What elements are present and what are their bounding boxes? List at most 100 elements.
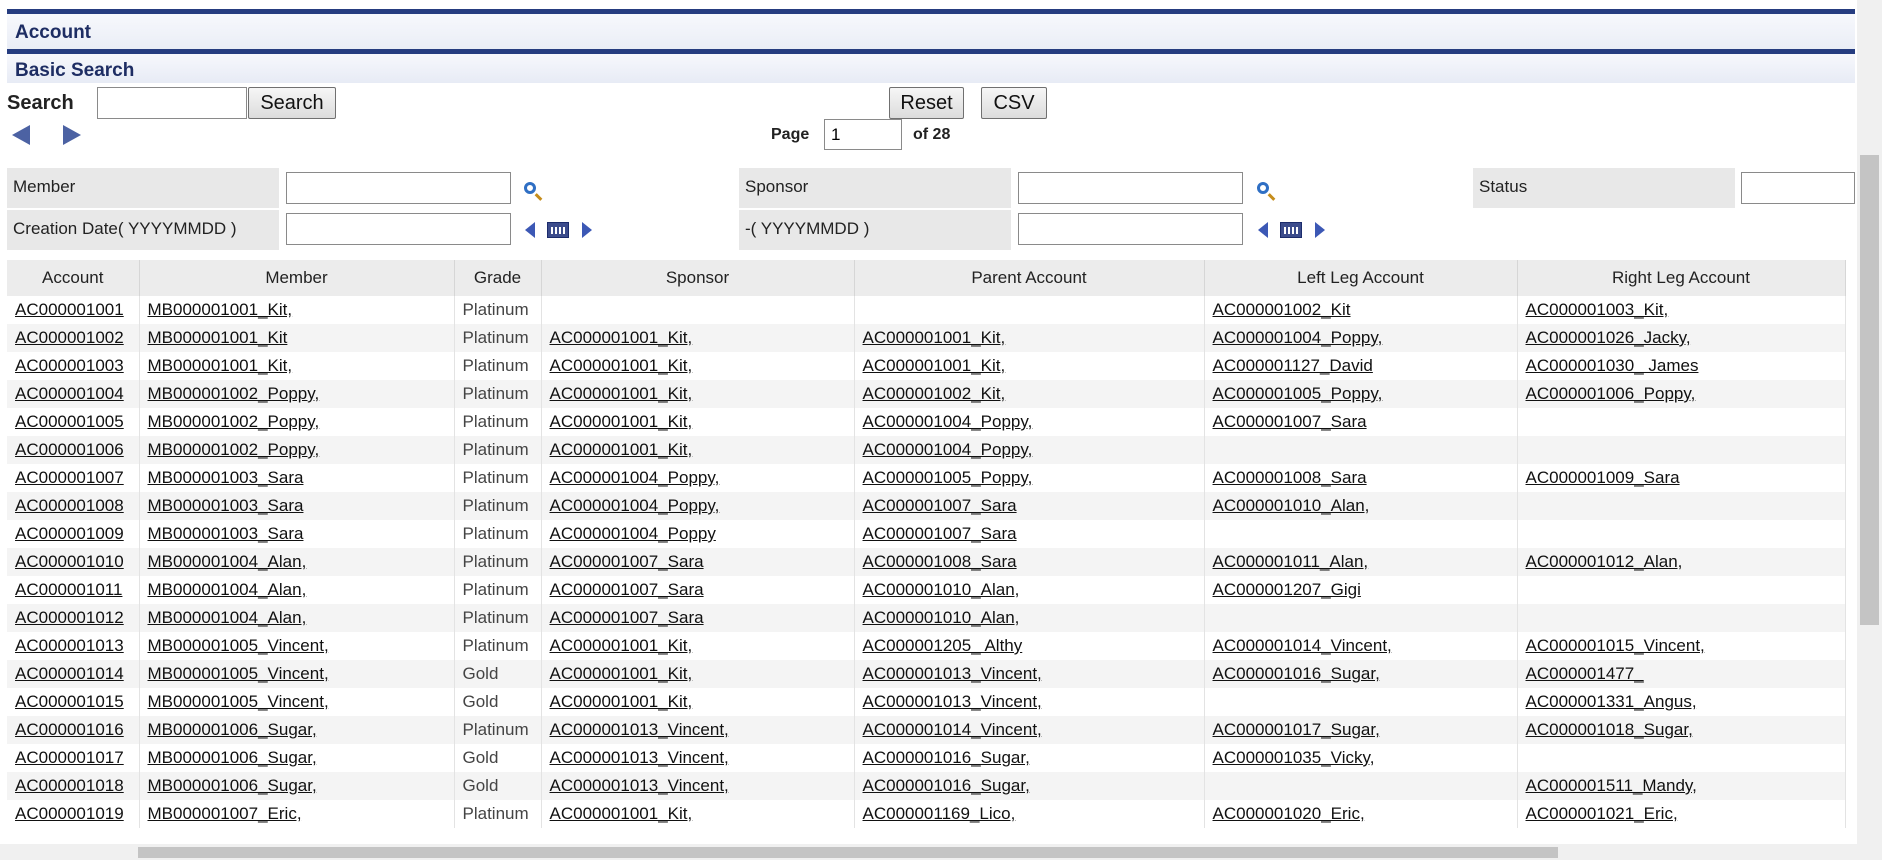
column-header-grade[interactable]: Grade	[454, 260, 542, 296]
account-link[interactable]: AC000001015	[15, 692, 124, 711]
account-link[interactable]: AC000001001	[15, 300, 124, 319]
sponsor-link[interactable]: AC000001001_Kit,	[550, 440, 693, 459]
column-header-right-leg[interactable]: Right Leg Account	[1517, 260, 1846, 296]
member-link[interactable]: MB000001002_Poppy,	[148, 440, 320, 459]
member-link[interactable]: MB000001003_Sara	[148, 524, 304, 543]
member-link[interactable]: MB000001005_Vincent,	[148, 692, 329, 711]
member-search-icon[interactable]	[524, 182, 536, 194]
parent-account-link[interactable]: AC000001205_ Althy	[863, 636, 1023, 655]
right-leg-link[interactable]: AC000001331_Angus,	[1526, 692, 1697, 711]
left-leg-link[interactable]: AC000001016_Sugar,	[1213, 664, 1380, 683]
member-link[interactable]: MB000001003_Sara	[148, 496, 304, 515]
sponsor-link[interactable]: AC000001004_Poppy,	[550, 468, 720, 487]
right-leg-link[interactable]: AC000001009_Sara	[1526, 468, 1680, 487]
member-link[interactable]: MB000001006_Sugar,	[148, 748, 317, 767]
parent-account-link[interactable]: AC000001004_Poppy,	[863, 412, 1033, 431]
sponsor-link[interactable]: AC000001007_Sara	[550, 580, 704, 599]
parent-account-link[interactable]: AC000001007_Sara	[863, 496, 1017, 515]
right-leg-link[interactable]: AC000001026_Jacky,	[1526, 328, 1691, 347]
account-link[interactable]: AC000001002	[15, 328, 124, 347]
right-leg-link[interactable]: AC000001006_Poppy,	[1526, 384, 1696, 403]
member-filter-input[interactable]	[286, 172, 511, 204]
date-from-calendar-icon[interactable]	[547, 222, 569, 238]
member-link[interactable]: MB000001004_Alan,	[148, 608, 307, 627]
account-link[interactable]: AC000001013	[15, 636, 124, 655]
parent-account-link[interactable]: AC000001014_Vincent,	[863, 720, 1042, 739]
account-link[interactable]: AC000001019	[15, 804, 124, 823]
column-header-left-leg[interactable]: Left Leg Account	[1204, 260, 1518, 296]
csv-button[interactable]: CSV	[981, 87, 1047, 119]
member-link[interactable]: MB000001003_Sara	[148, 468, 304, 487]
right-leg-link[interactable]: AC000001015_Vincent,	[1526, 636, 1705, 655]
sponsor-link[interactable]: AC000001007_Sara	[550, 608, 704, 627]
account-link[interactable]: AC000001011	[15, 580, 122, 599]
account-link[interactable]: AC000001008	[15, 496, 124, 515]
member-link[interactable]: MB000001006_Sugar,	[148, 720, 317, 739]
left-leg-link[interactable]: AC000001010_Alan,	[1213, 496, 1370, 515]
account-link[interactable]: AC000001017	[15, 748, 124, 767]
sponsor-link[interactable]: AC000001013_Vincent,	[550, 748, 729, 767]
sponsor-link[interactable]: AC000001004_Poppy,	[550, 496, 720, 515]
column-header-account[interactable]: Account	[7, 260, 140, 296]
reset-button[interactable]: Reset	[889, 87, 964, 119]
vertical-scrollbar[interactable]	[1857, 0, 1882, 844]
sponsor-link[interactable]: AC000001013_Vincent,	[550, 776, 729, 795]
account-link[interactable]: AC000001003	[15, 356, 124, 375]
creation-date-from-input[interactable]	[286, 213, 511, 245]
left-leg-link[interactable]: AC000001035_Vicky,	[1213, 748, 1375, 767]
account-link[interactable]: AC000001016	[15, 720, 124, 739]
member-link[interactable]: MB000001007_Eric,	[148, 804, 302, 823]
date-to-next-icon[interactable]	[1315, 222, 1325, 238]
parent-account-link[interactable]: AC000001001_Kit,	[863, 328, 1006, 347]
parent-account-link[interactable]: AC000001002_Kit,	[863, 384, 1006, 403]
left-leg-link[interactable]: AC000001007_Sara	[1213, 412, 1367, 431]
right-leg-link[interactable]: AC000001021_Eric,	[1526, 804, 1678, 823]
account-link[interactable]: AC000001010	[15, 552, 124, 571]
parent-account-link[interactable]: AC000001169_Lico,	[863, 804, 1016, 823]
parent-account-link[interactable]: AC000001013_Vincent,	[863, 692, 1042, 711]
parent-account-link[interactable]: AC000001016_Sugar,	[863, 748, 1030, 767]
status-filter-input[interactable]	[1741, 172, 1855, 204]
member-link[interactable]: MB000001005_Vincent,	[148, 664, 329, 683]
right-leg-link[interactable]: AC000001018_Sugar,	[1526, 720, 1693, 739]
sponsor-link[interactable]: AC000001001_Kit,	[550, 664, 693, 683]
sponsor-link[interactable]: AC000001001_Kit,	[550, 384, 693, 403]
account-link[interactable]: AC000001006	[15, 440, 124, 459]
account-link[interactable]: AC000001014	[15, 664, 124, 683]
account-link[interactable]: AC000001005	[15, 412, 124, 431]
right-leg-link[interactable]: AC000001003_Kit,	[1526, 300, 1669, 319]
column-header-sponsor[interactable]: Sponsor	[541, 260, 855, 296]
sponsor-link[interactable]: AC000001001_Kit,	[550, 356, 693, 375]
parent-account-link[interactable]: AC000001013_Vincent,	[863, 664, 1042, 683]
left-leg-link[interactable]: AC000001014_Vincent,	[1213, 636, 1392, 655]
account-link[interactable]: AC000001009	[15, 524, 124, 543]
right-leg-link[interactable]: AC000001012_Alan,	[1526, 552, 1683, 571]
prev-page-icon[interactable]	[12, 125, 30, 145]
horizontal-scroll-thumb[interactable]	[138, 847, 1558, 858]
parent-account-link[interactable]: AC000001008_Sara	[863, 552, 1017, 571]
creation-date-to-input[interactable]	[1018, 213, 1243, 245]
sponsor-link[interactable]: AC000001004_Poppy	[550, 524, 716, 543]
left-leg-link[interactable]: AC000001207_Gigi	[1213, 580, 1361, 599]
date-from-prev-icon[interactable]	[525, 222, 535, 238]
right-leg-link[interactable]: AC000001030_ James	[1526, 356, 1699, 375]
left-leg-link[interactable]: AC000001011_Alan,	[1213, 552, 1369, 571]
parent-account-link[interactable]: AC000001004_Poppy,	[863, 440, 1033, 459]
sponsor-link[interactable]: AC000001013_Vincent,	[550, 720, 729, 739]
sponsor-filter-input[interactable]	[1018, 172, 1243, 204]
sponsor-search-icon[interactable]	[1257, 182, 1269, 194]
left-leg-link[interactable]: AC000001002_Kit	[1213, 300, 1351, 319]
right-leg-link[interactable]: AC000001511_Mandy,	[1526, 776, 1697, 795]
search-button[interactable]: Search	[248, 87, 336, 119]
parent-account-link[interactable]: AC000001010_Alan,	[863, 580, 1020, 599]
member-link[interactable]: MB000001001_Kit	[148, 328, 288, 347]
member-link[interactable]: MB000001004_Alan,	[148, 552, 307, 571]
right-leg-link[interactable]: AC000001477_	[1526, 664, 1644, 683]
left-leg-link[interactable]: AC000001005_Poppy,	[1213, 384, 1383, 403]
account-link[interactable]: AC000001004	[15, 384, 124, 403]
left-leg-link[interactable]: AC000001004_Poppy,	[1213, 328, 1383, 347]
sponsor-link[interactable]: AC000001007_Sara	[550, 552, 704, 571]
parent-account-link[interactable]: AC000001005_Poppy,	[863, 468, 1033, 487]
left-leg-link[interactable]: AC000001017_Sugar,	[1213, 720, 1380, 739]
page-number-input[interactable]	[824, 119, 902, 150]
